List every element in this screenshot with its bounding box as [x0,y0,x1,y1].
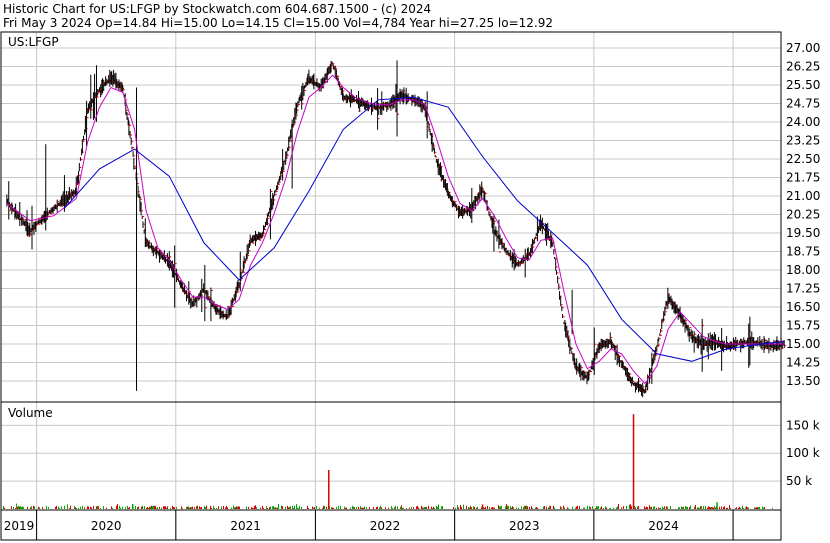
volume-tick-label: 50 k [786,474,812,488]
volume-tick-labels: 150 k 100 k 50 k [786,418,820,488]
price-tick-label: 15.00 [786,337,820,351]
price-bars [6,60,787,398]
chart-header-line2: Fri May 3 2024 Op=14.84 Hi=15.00 Lo=14.1… [3,16,553,30]
moving-average-short-line [6,74,785,385]
volume-tick-label: 100 k [786,446,820,460]
volume-grid [1,424,781,482]
moving-average-long-line [64,96,785,362]
price-tick-label: 24.00 [786,115,820,129]
price-tick-labels: 27.00 26.25 25.50 24.75 24.00 23.25 22.50 21.75… [786,41,820,388]
stock-chart: Historic Chart for US:LFGP by Stockwatch… [0,2,820,541]
year-label: 2020 [91,519,122,533]
year-label: 2022 [370,519,401,533]
price-tick-label: 21.00 [786,189,820,203]
price-panel-title: US:LFGP [8,35,59,49]
year-labels: 2019 2020 2021 2022 2023 2024 [4,519,679,533]
year-label: 2019 [4,519,35,533]
price-tick-label: 25.50 [786,78,820,92]
price-tick-label: 20.25 [786,208,820,222]
volume-bars [3,414,773,509]
price-tick-label: 21.75 [786,171,820,185]
price-lines [6,74,785,385]
year-label: 2023 [509,519,540,533]
chart-stage: Historic Chart for US:LFGP by Stockwatch… [0,0,830,543]
chart-header-line1: Historic Chart for US:LFGP by Stockwatch… [3,2,431,16]
volume-panel-frame [0,401,782,511]
price-tick-label: 14.25 [786,356,820,370]
price-tick-label: 16.50 [786,300,820,314]
price-tick-label: 24.75 [786,97,820,111]
year-grid [36,32,734,540]
price-tick-label: 26.25 [786,60,820,74]
price-tick-label: 13.50 [786,374,820,388]
price-tick-label: 15.75 [786,319,820,333]
volume-panel-title: Volume [8,406,53,420]
price-tick-label: 22.50 [786,152,820,166]
year-label: 2024 [648,519,679,533]
price-tick-label: 18.00 [786,263,820,277]
volume-tick-label: 150 k [786,418,820,432]
price-tick-label: 27.00 [786,41,820,55]
price-tick-label: 18.75 [786,245,820,259]
price-tick-label: 17.25 [786,282,820,296]
price-tick-label: 23.25 [786,134,820,148]
price-tick-label: 19.50 [786,226,820,240]
price-grid [1,47,781,382]
year-label: 2021 [230,519,261,533]
